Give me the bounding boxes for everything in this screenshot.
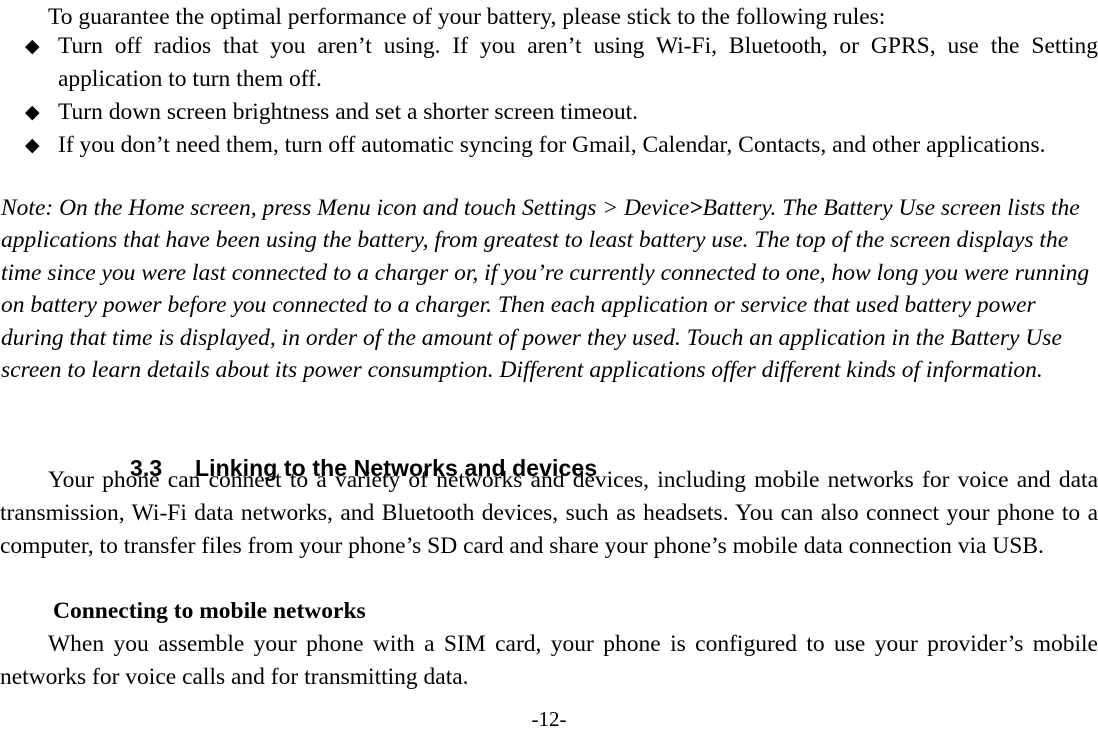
note-lead-text: Note: On the Home screen, press Menu ico… xyxy=(1,195,690,221)
note-rest-text: Battery. The Battery Use screen lists th… xyxy=(1,195,1090,384)
diamond-bullet-icon: ◆ xyxy=(25,35,40,57)
list-item-text: Turn down screen brightness and set a sh… xyxy=(58,99,638,125)
list-item-text: Turn off radios that you aren’t using. I… xyxy=(58,33,1098,92)
document-page: To guarantee the optimal performance of … xyxy=(0,0,1098,735)
page-number-footer: -12- xyxy=(531,707,567,731)
battery-use-note: Note: On the Home screen, press Menu ico… xyxy=(1,192,1096,386)
list-item: ◆ Turn down screen brightness and set a … xyxy=(0,96,1098,129)
paragraph-sim-card: When you assemble your phone with a SIM … xyxy=(0,631,1098,690)
list-item-text: If you don’t need them, turn off automat… xyxy=(58,132,1046,158)
list-item: ◆ Turn off radios that you aren’t using.… xyxy=(0,30,1098,96)
diamond-bullet-icon: ◆ xyxy=(25,101,40,123)
diamond-bullet-icon: ◆ xyxy=(25,134,40,156)
list-item: ◆ If you don’t need them, turn off autom… xyxy=(0,129,1098,162)
battery-tips-list: ◆ Turn off radios that you aren’t using.… xyxy=(0,30,1098,162)
note-bold-separator: > xyxy=(689,195,703,221)
paragraph-networks-overview: Your phone can connect to a variety of n… xyxy=(0,467,1098,559)
subheading-connecting-to-mobile-networks: Connecting to mobile networks xyxy=(53,598,366,624)
